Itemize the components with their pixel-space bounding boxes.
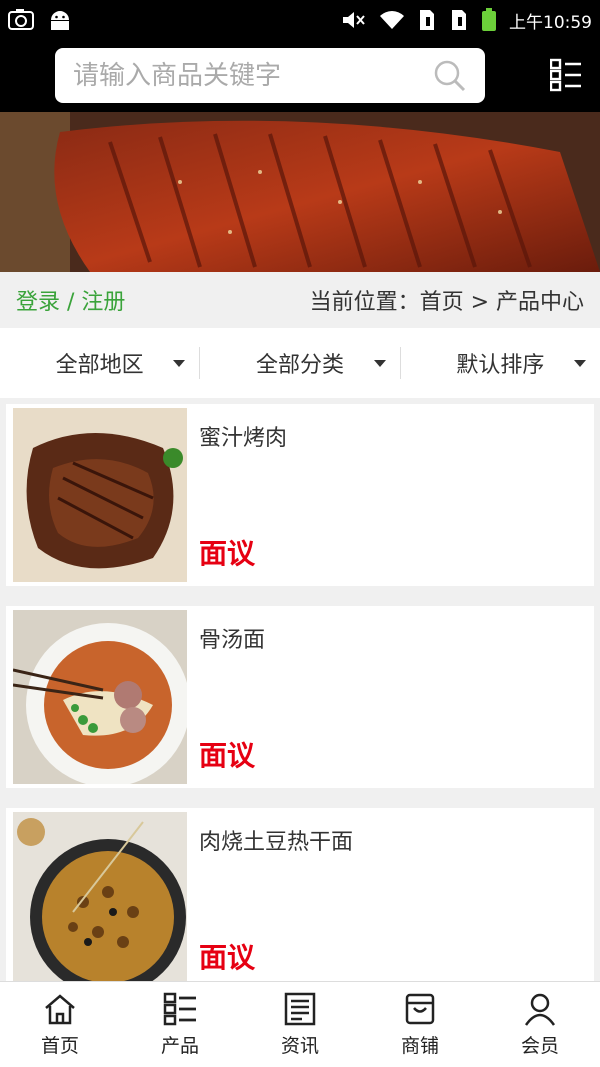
product-image-hot-dry-noodle[interactable] [13, 812, 187, 986]
tab-shops-label: 商铺 [400, 1035, 439, 1057]
product-name[interactable]: 肉烧土豆热干面 [199, 824, 353, 856]
category-menu-icon[interactable] [550, 58, 582, 92]
product-price: 面议 [199, 537, 256, 570]
status-bar: 上午10:59 [0, 0, 600, 40]
search-box[interactable] [55, 48, 485, 103]
home-icon [45, 994, 75, 1025]
caret-down-icon [173, 360, 186, 367]
tab-member[interactable]: 会员 [480, 982, 600, 1067]
mute-icon [343, 12, 365, 28]
breadcrumb: 当前位置：首页 > 产品中心 [309, 290, 584, 315]
filter-sort[interactable]: 默认排序 [399, 347, 600, 379]
shop-icon [405, 993, 435, 1025]
search-input[interactable] [73, 60, 433, 91]
tab-home-label: 首页 [40, 1035, 79, 1057]
bottom-tab-bar: 首页 产品 资讯 商铺 会员 [0, 981, 600, 1067]
sim1-icon [420, 10, 434, 30]
banner-image[interactable] [0, 112, 600, 272]
search-icon[interactable] [433, 59, 467, 93]
screenshot-icon [8, 9, 34, 30]
breadcrumb-bar: 登录 / 注册 当前位置：首页 > 产品中心 [0, 272, 600, 328]
grid-list-icon [163, 992, 196, 1026]
tab-products[interactable]: 产品 [120, 982, 240, 1067]
filter-category-label: 全部分类 [255, 353, 344, 378]
tab-home[interactable]: 首页 [0, 982, 120, 1067]
tab-news-label: 资讯 [280, 1035, 319, 1057]
filter-region-label: 全部地区 [55, 353, 144, 378]
login-register-link[interactable]: 登录 / 注册 [16, 284, 125, 316]
battery-icon [482, 8, 496, 31]
tab-shops[interactable]: 商铺 [360, 982, 480, 1067]
filter-region[interactable]: 全部地区 [0, 347, 199, 379]
product-price: 面议 [199, 739, 256, 772]
caret-down-icon [573, 360, 586, 367]
android-icon [51, 11, 69, 30]
product-image-noodle[interactable] [13, 610, 187, 784]
sim2-icon [452, 10, 466, 30]
tab-news[interactable]: 资讯 [240, 982, 360, 1067]
product-name[interactable]: 蜜汁烤肉 [199, 420, 287, 452]
product-item[interactable]: 骨汤面 面议 [6, 606, 594, 788]
tab-member-label: 会员 [520, 1035, 559, 1057]
top-header [0, 40, 600, 112]
filter-category[interactable]: 全部分类 [199, 347, 399, 379]
news-icon [284, 992, 316, 1026]
user-icon [524, 993, 556, 1026]
product-image-steak[interactable] [13, 408, 187, 582]
clock-text: 上午10:59 [509, 12, 592, 33]
filter-bar: 全部地区 全部分类 默认排序 [0, 328, 600, 398]
product-item[interactable]: 蜜汁烤肉 面议 [6, 404, 594, 586]
filter-sort-label: 默认排序 [456, 353, 545, 378]
product-price: 面议 [199, 941, 256, 974]
caret-down-icon [373, 360, 386, 367]
tab-products-label: 产品 [160, 1035, 199, 1057]
product-item[interactable]: 肉烧土豆热干面 面议 [6, 808, 594, 990]
product-list: 蜜汁烤肉 面议 骨汤面 面议 肉烧土豆热干面 面议 [6, 404, 594, 1010]
product-name[interactable]: 骨汤面 [199, 622, 265, 654]
wifi-icon [380, 11, 404, 29]
